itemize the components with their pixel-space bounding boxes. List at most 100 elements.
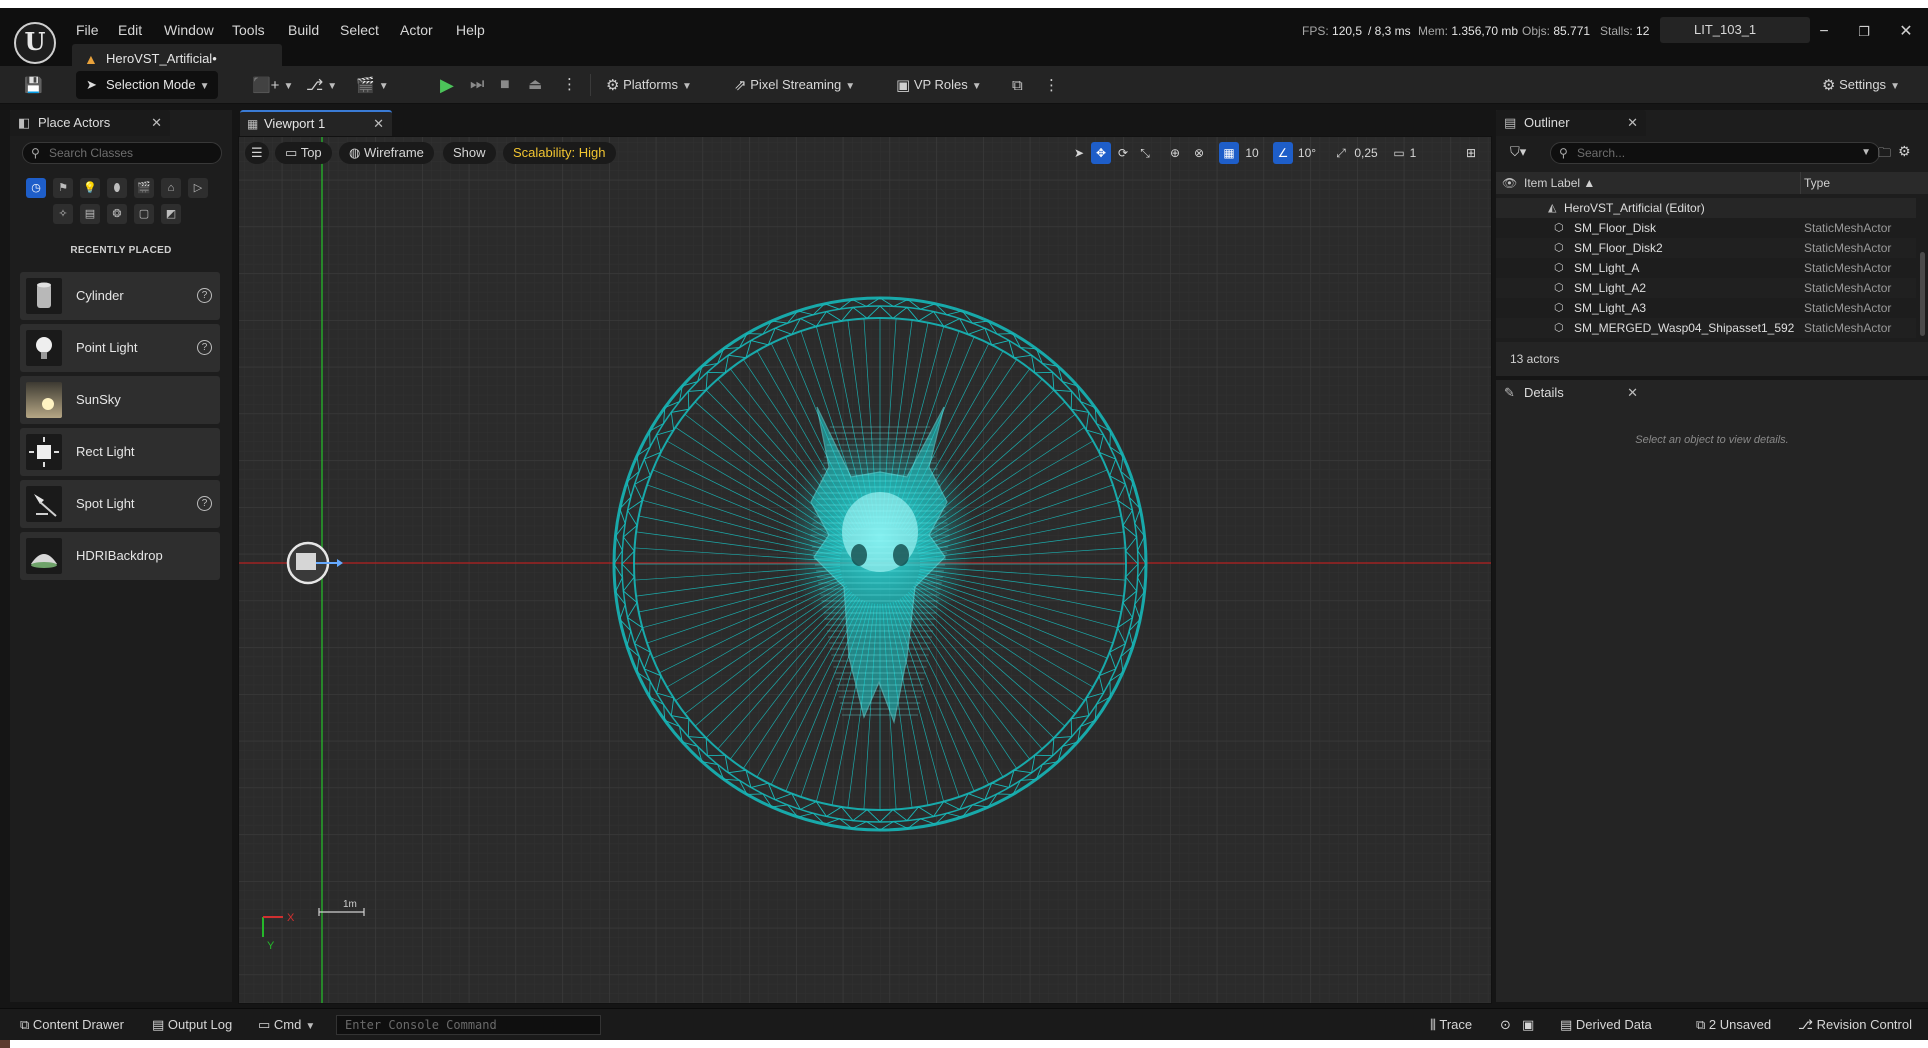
save-icon[interactable]: 💾: [24, 72, 43, 98]
grid-snap-icon[interactable]: ▦: [1219, 142, 1239, 164]
gear-icon[interactable]: ⚙: [1898, 143, 1911, 160]
settings-dropdown[interactable]: ⚙ Settings ▼: [1822, 72, 1900, 98]
surface-snap-icon[interactable]: ⊗: [1189, 142, 1209, 164]
actor-item-point-light[interactable]: Point Light ?: [20, 324, 220, 372]
details-tab[interactable]: ✎ Details ✕: [1496, 380, 1646, 406]
help-icon[interactable]: ?: [197, 288, 212, 303]
help-icon[interactable]: ?: [197, 496, 212, 511]
outliner-row[interactable]: ⬡ SM_Light_A2 StaticMeshActor: [1496, 278, 1916, 298]
physics-category-icon[interactable]: ❂: [107, 204, 127, 224]
rotation-snap-icon[interactable]: ∠: [1273, 142, 1293, 164]
scale-snap-icon[interactable]: ⤢: [1331, 142, 1351, 164]
actor-item-spot-light[interactable]: Spot Light ?: [20, 480, 220, 528]
close-icon[interactable]: ✕: [1627, 110, 1638, 136]
visibility-icon[interactable]: 👁: [1502, 172, 1517, 194]
search-classes-input[interactable]: ⚲ Search Classes: [22, 142, 222, 164]
stop-icon[interactable]: ■: [500, 72, 510, 98]
item-label-column[interactable]: Item Label ▲: [1524, 172, 1595, 194]
add-actor-icon[interactable]: ⬛+ ▼: [252, 72, 293, 98]
eject-icon[interactable]: ⏏: [528, 72, 542, 98]
layout-icon[interactable]: ⊞: [1461, 142, 1481, 164]
plugins-category-icon[interactable]: ◩: [161, 204, 181, 224]
camera-speed-value[interactable]: 1: [1407, 142, 1419, 164]
play-options-icon[interactable]: ⋮: [562, 72, 577, 98]
menu-tools[interactable]: Tools: [232, 19, 265, 41]
outliner-row[interactable]: ⬡ SM_MERGED_Wasp04_Shipasset1_592 Static…: [1496, 318, 1916, 338]
menu-select[interactable]: Select: [340, 19, 379, 41]
type-column[interactable]: Type: [1804, 172, 1830, 194]
menu-actor[interactable]: Actor: [400, 19, 433, 41]
outliner-root-row[interactable]: ◭ HeroVST_Artificial (Editor): [1496, 198, 1916, 218]
menu-window[interactable]: Window: [164, 19, 214, 41]
console-command-input[interactable]: Enter Console Command: [336, 1015, 601, 1035]
menu-edit[interactable]: Edit: [118, 19, 142, 41]
menu-help[interactable]: Help: [456, 19, 485, 41]
minimize-icon[interactable]: −: [1812, 23, 1836, 43]
more-options-icon[interactable]: ⋮: [1044, 72, 1059, 98]
visual-effects-category-icon[interactable]: ⌂: [161, 178, 181, 198]
viewport-canvas[interactable]: X Y 1m: [239, 137, 1492, 1004]
outliner-scrollbar[interactable]: [1920, 252, 1925, 336]
unsaved-button[interactable]: ⧉ 2 Unsaved: [1696, 1009, 1771, 1041]
close-icon[interactable]: ✕: [151, 110, 162, 136]
camera-icon[interactable]: ▣: [1522, 1009, 1534, 1041]
level-viewport[interactable]: X Y 1m ☰ ▭ Top ◍ Wireframe Show Scalabil…: [238, 136, 1492, 1004]
geometry-category-icon[interactable]: ✧: [53, 204, 73, 224]
translate-icon[interactable]: ✥: [1091, 142, 1111, 164]
rotate-icon[interactable]: ⟳: [1113, 142, 1133, 164]
actor-item-hdri-backdrop[interactable]: HDRIBackdrop: [20, 532, 220, 580]
close-icon[interactable]: ✕: [373, 112, 384, 136]
show-button[interactable]: Show: [443, 142, 496, 164]
vp-roles-dropdown[interactable]: ▣ VP Roles ▼: [896, 72, 982, 98]
unreal-logo-icon[interactable]: U: [14, 22, 56, 64]
camera-speed-icon[interactable]: ▭: [1389, 142, 1409, 164]
blueprint-icon[interactable]: ⎇ ▼: [306, 72, 337, 98]
menu-file[interactable]: File: [76, 19, 99, 41]
viewport-menu-icon[interactable]: ☰: [245, 142, 269, 164]
trace-button[interactable]: ⫼ Trace: [1430, 1009, 1472, 1041]
grid-snap-value[interactable]: 10: [1241, 142, 1263, 164]
help-icon[interactable]: ?: [197, 340, 212, 355]
play-icon[interactable]: ▶: [440, 72, 454, 98]
chevron-down-icon[interactable]: ▼: [1861, 143, 1871, 163]
close-icon[interactable]: ✕: [1627, 380, 1638, 406]
restore-icon[interactable]: ❐: [1852, 23, 1876, 43]
derived-data-button[interactable]: ▤ Derived Data: [1560, 1009, 1652, 1041]
actor-item-cylinder[interactable]: Cylinder ?: [20, 272, 220, 320]
platforms-dropdown[interactable]: ⚙ Platforms ▼: [606, 72, 692, 98]
outliner-row[interactable]: ⬡ SM_Floor_Disk2 StaticMeshActor: [1496, 238, 1916, 258]
all-classes-category-icon[interactable]: ▤: [80, 204, 100, 224]
selection-mode-dropdown[interactable]: ➤ Selection Mode ▼: [76, 71, 218, 99]
shapes-category-icon[interactable]: ⬮: [107, 178, 127, 198]
view-mode-button[interactable]: ◍ Wireframe: [339, 142, 434, 164]
source-control-icon[interactable]: ⊙: [1500, 1009, 1511, 1041]
outliner-row[interactable]: ⬡ SM_Floor_Disk StaticMeshActor: [1496, 218, 1916, 238]
extra-tool-icon[interactable]: ⧉: [1012, 72, 1023, 98]
rotation-snap-value[interactable]: 10°: [1295, 142, 1319, 164]
actor-item-rect-light[interactable]: Rect Light: [20, 428, 220, 476]
select-mode-icon[interactable]: ➤: [1069, 142, 1089, 164]
scalability-button[interactable]: Scalability: High: [503, 142, 616, 164]
pixel-streaming-dropdown[interactable]: ⇗ Pixel Streaming ▼: [734, 72, 855, 98]
content-drawer-button[interactable]: ⧉ Content Drawer: [20, 1009, 124, 1041]
cmd-dropdown[interactable]: ▭ Cmd ▼: [258, 1009, 315, 1041]
menu-build[interactable]: Build: [288, 19, 319, 41]
actor-item-sunsky[interactable]: SunSky: [20, 376, 220, 424]
scale-snap-value[interactable]: 0,25: [1351, 142, 1381, 164]
revision-control-button[interactable]: ⎇ Revision Control: [1798, 1009, 1912, 1041]
project-name[interactable]: LIT_103_1: [1660, 17, 1810, 43]
viewport-tab[interactable]: ▦ Viewport 1 ✕: [240, 110, 392, 136]
world-local-icon[interactable]: ⊕: [1165, 142, 1185, 164]
close-window-icon[interactable]: ✕: [1894, 23, 1918, 43]
cinematic-category-icon[interactable]: 🎬: [134, 178, 154, 198]
basic-category-icon[interactable]: ⚑: [53, 178, 73, 198]
outliner-search-input[interactable]: ⚲ Search... ▼: [1550, 142, 1880, 164]
volumes-category-icon[interactable]: ▷: [188, 178, 208, 198]
output-log-button[interactable]: ▤ Output Log: [152, 1009, 232, 1041]
outliner-tab[interactable]: ▤ Outliner ✕: [1496, 110, 1646, 136]
outliner-row[interactable]: ⬡ SM_Light_A StaticMeshActor: [1496, 258, 1916, 278]
scale-icon[interactable]: ⤡: [1135, 142, 1155, 164]
lights-category-icon[interactable]: 💡: [80, 178, 100, 198]
step-icon[interactable]: ⏭: [470, 72, 484, 98]
filter-icon[interactable]: ⛉▾: [1510, 144, 1526, 160]
